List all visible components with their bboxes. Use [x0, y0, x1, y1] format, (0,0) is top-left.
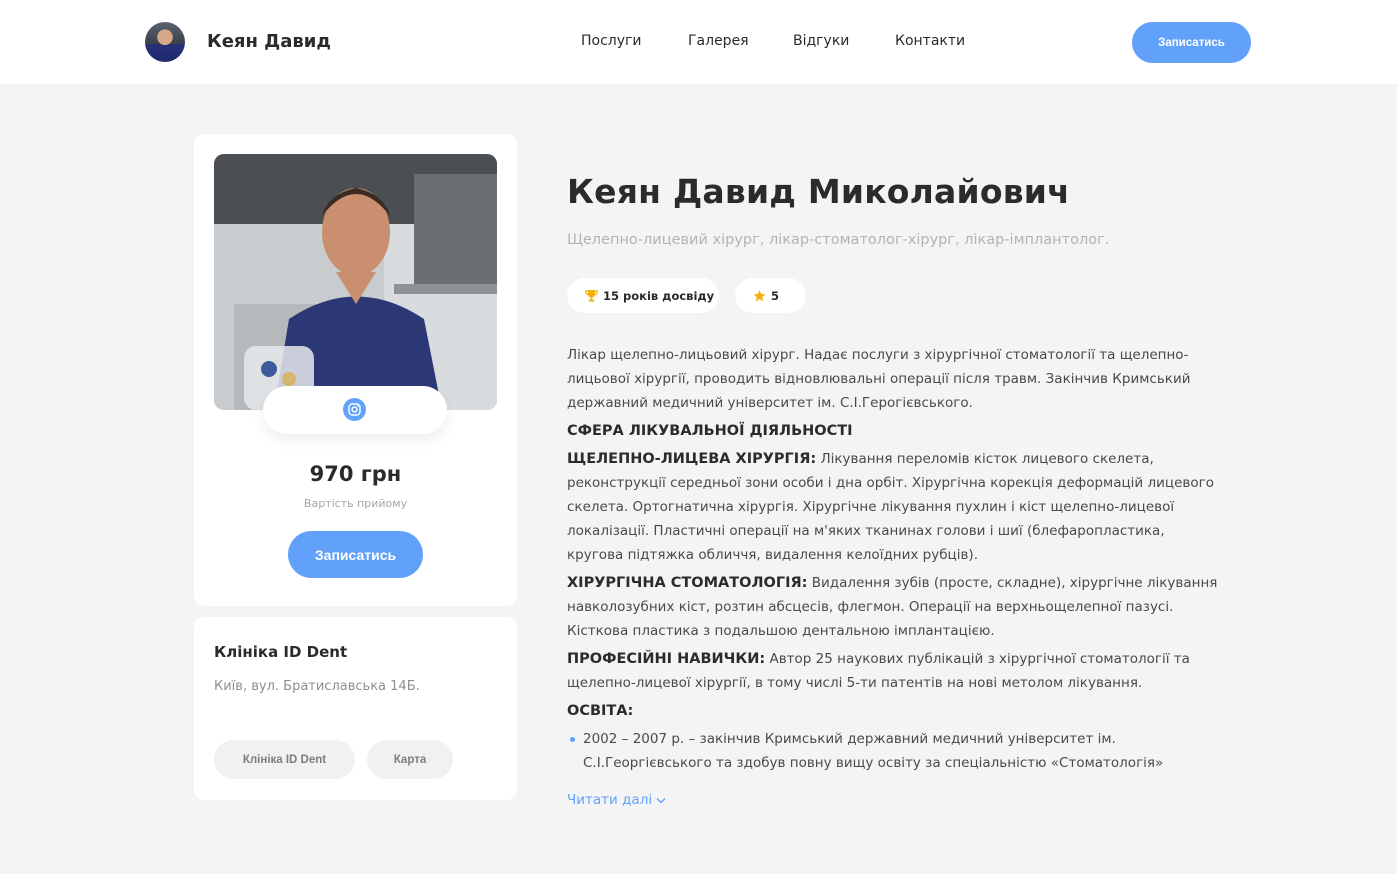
- bio-text: локалізації. Пластичні операції на м'яки…: [567, 523, 1165, 539]
- doctor-photo: [214, 154, 497, 410]
- bio-text: Автор 25 наукових публікацій з хірургічн…: [769, 651, 1190, 667]
- education-heading: ОСВІТА:: [567, 703, 634, 719]
- experience-text: 15 років досвіду: [603, 288, 715, 303]
- social-links: [263, 386, 447, 434]
- book-button[interactable]: Записатись: [288, 531, 423, 578]
- list-item: 2002 – 2007 р. – закінчив Кримський держ…: [567, 727, 1207, 751]
- site-header: Кеян Давид Послуги Галерея Відгуки Конта…: [0, 0, 1397, 84]
- trophy-icon: [585, 289, 598, 302]
- education-text: 2002 – 2007 р. – закінчив Кримський держ…: [583, 731, 1116, 747]
- bio-text: скелета. Ортогнатична хірургія. Хірургіч…: [567, 499, 1175, 515]
- section-heading: СФЕРА ЛІКУВАЛЬНОЇ ДІЯЛЬНОСТІ: [567, 423, 853, 439]
- clinic-link-chip[interactable]: Клініка ID Dent: [214, 740, 355, 779]
- bio-intro-line: державний медичний університет ім. С.І.Г…: [567, 395, 973, 411]
- price-label: Вартість прийому: [303, 497, 408, 510]
- bio-intro-line: лицьової хірургії, проводить відновлювал…: [567, 371, 1191, 387]
- read-more-link[interactable]: Читати далі: [567, 792, 666, 808]
- bio-text: щелепно-лицевої хірургії, в тому числі 5…: [567, 675, 1143, 691]
- rating-badge: 5: [735, 278, 806, 313]
- clinic-name: Клініка ID Dent: [214, 643, 348, 661]
- nav-link-gallery[interactable]: Галерея: [688, 33, 749, 49]
- read-more-label: Читати далі: [567, 792, 653, 808]
- map-chip[interactable]: Карта: [367, 740, 453, 779]
- bullet-icon: [570, 737, 575, 742]
- bio-intro-line: Лікар щелепно-лицьовий хірург. Надає пос…: [567, 347, 1189, 363]
- clinic-card: Клініка ID Dent Київ, вул. Братиславська…: [194, 617, 517, 800]
- bio-text: кругова підтяжка обличчя, видалення кело…: [567, 547, 978, 563]
- doctor-full-name: Кеян Давид Миколайович: [567, 172, 1070, 211]
- nav-link-services[interactable]: Послуги: [581, 33, 641, 49]
- education-text: С.І.Георгієвського та здобув повну вищу …: [583, 755, 1164, 771]
- chevron-down-icon: [656, 792, 666, 808]
- star-icon: [753, 289, 766, 302]
- bio-text: навколозубних кіст, розтин абсцесів, фле…: [567, 599, 1174, 615]
- nav-link-reviews[interactable]: Відгуки: [793, 33, 849, 49]
- dental-heading: ХІРУРГІЧНА СТОМАТОЛОГІЯ:: [567, 575, 808, 591]
- instagram-icon[interactable]: [343, 398, 366, 421]
- header-book-button[interactable]: Записатись: [1132, 22, 1251, 63]
- experience-badge: 15 років досвіду: [567, 278, 719, 313]
- rating-text: 5: [771, 288, 780, 303]
- avatar[interactable]: [145, 22, 185, 62]
- consultation-price: 970 грн: [309, 462, 402, 486]
- clinic-address: Київ, вул. Братиславська 14Б.: [214, 679, 420, 694]
- surgery-heading: ЩЕЛЕПНО-ЛИЦЕВА ХІРУРГІЯ:: [567, 451, 817, 467]
- brand-name[interactable]: Кеян Давид: [207, 31, 331, 52]
- bio-text: Видалення зубів (просте, складне), хірур…: [811, 575, 1218, 591]
- nav-link-contacts[interactable]: Контакти: [895, 33, 965, 49]
- bio-text: реконструкції середньої зони особи і дна…: [567, 475, 1214, 491]
- bio-text: Кісткова пластика з подальшою дентальною…: [567, 623, 995, 639]
- doctor-specialties: Щелепно-лицевий хірург, лікар-стоматолог…: [567, 232, 1110, 248]
- list-item-continuation: С.І.Георгієвського та здобув повну вищу …: [567, 751, 1207, 775]
- bio-text: Лікування переломів кісток лицевого скел…: [820, 451, 1154, 467]
- profile-card: 970 грн Вартість прийому Записатись: [194, 134, 517, 606]
- skills-heading: ПРОФЕСІЙНІ НАВИЧКИ:: [567, 651, 766, 667]
- doctor-bio: Лікар щелепно-лицьовий хірург. Надає пос…: [567, 343, 1217, 775]
